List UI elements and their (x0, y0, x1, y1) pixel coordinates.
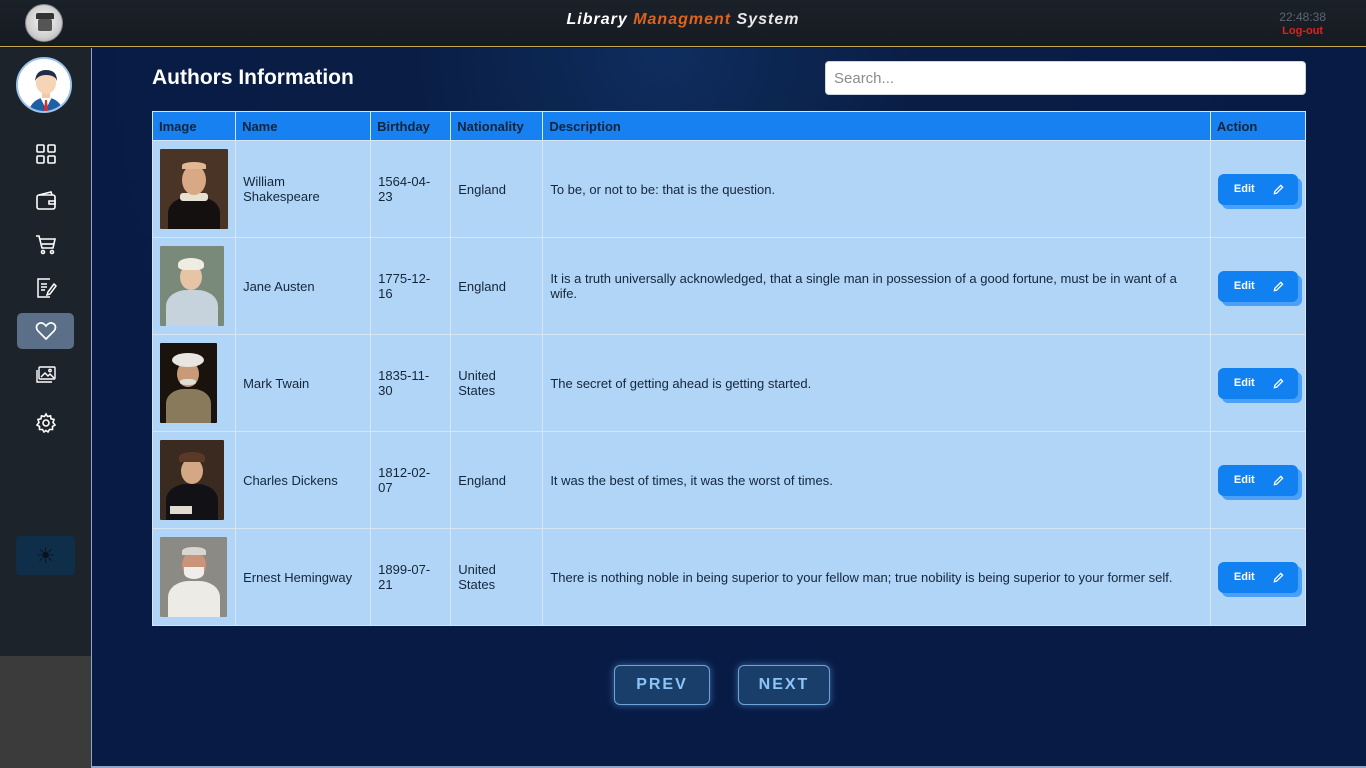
sidebar-item-dashboard[interactable] (17, 136, 74, 172)
author-portrait (160, 440, 224, 520)
images-icon (35, 366, 56, 383)
sidebar-item-cart[interactable] (17, 226, 74, 262)
author-description: There is nothing noble in being superior… (542, 528, 1211, 626)
edit-document-icon (36, 278, 57, 298)
sidebar-item-notes[interactable] (17, 270, 74, 306)
sun-icon: ☀ (35, 542, 56, 568)
action-cell: Edit (1209, 431, 1307, 529)
prev-button[interactable]: PREV (614, 665, 710, 705)
edit-label: Edit (1233, 280, 1255, 292)
theme-toggle[interactable]: ☀ (16, 536, 75, 575)
edit-button[interactable]: Edit (1217, 367, 1298, 399)
author-portrait (160, 246, 224, 326)
action-cell: Edit (1209, 528, 1307, 626)
edit-button[interactable]: Edit (1217, 173, 1298, 205)
next-button[interactable]: NEXT (738, 665, 830, 705)
author-nationality: England (450, 140, 544, 238)
author-birthday: 1835-11-30 (370, 334, 452, 432)
action-cell: Edit (1209, 140, 1307, 238)
logout-link[interactable]: Log-out (1279, 25, 1326, 37)
author-birthday: 1775-12-16 (370, 237, 452, 335)
header-name: Name (235, 111, 372, 141)
clock-time: 22:48:38 (1279, 10, 1326, 24)
edit-label: Edit (1233, 474, 1255, 486)
edit-button[interactable]: Edit (1217, 464, 1298, 496)
author-description: To be, or not to be: that is the questio… (542, 140, 1211, 238)
edit-button[interactable]: Edit (1217, 561, 1298, 593)
author-nationality: United States (450, 334, 544, 432)
image-cell (151, 237, 237, 335)
app-title-part-3: System (731, 11, 800, 28)
table-row: Mark Twain 1835-11-30 United States The … (151, 334, 1307, 432)
app-title-part-1: Library (566, 11, 634, 28)
authors-table: Image Name Birthday Nationality Descript… (151, 111, 1307, 626)
gear-icon (35, 412, 56, 434)
author-name: Charles Dickens (235, 431, 372, 529)
author-description: It is a truth universally acknowledged, … (542, 237, 1211, 335)
author-nationality: England (450, 431, 544, 529)
author-portrait (160, 149, 228, 229)
heart-icon (35, 322, 56, 341)
edit-label: Edit (1233, 571, 1255, 583)
sidebar-item-gallery[interactable] (17, 357, 74, 393)
cart-icon (35, 235, 56, 255)
header-image: Image (151, 111, 237, 141)
clock: 22:48:38 Log-out (1279, 10, 1326, 37)
author-description: It was the best of times, it was the wor… (542, 431, 1211, 529)
author-portrait (160, 537, 227, 617)
header-nationality: Nationality (450, 111, 544, 141)
main-content: Authors Information Image Name Birthday … (91, 48, 1366, 768)
edit-label: Edit (1233, 377, 1255, 389)
pencil-icon (1273, 474, 1284, 485)
app-title: Library Managment System (0, 11, 1366, 29)
sidebar-item-favorites[interactable] (17, 313, 74, 349)
author-nationality: England (450, 237, 544, 335)
page-title: Authors Information (152, 66, 354, 89)
grid-icon (35, 144, 56, 164)
author-name: Jane Austen (235, 237, 372, 335)
sidebar-item-settings[interactable] (17, 405, 74, 441)
image-cell (151, 431, 237, 529)
app-title-part-2: Managment (633, 11, 732, 28)
author-birthday: 1812-02-07 (370, 431, 452, 529)
pencil-icon (1273, 280, 1284, 291)
sidebar-item-wallet[interactable] (17, 183, 74, 219)
author-birthday: 1564-04-23 (370, 140, 452, 238)
image-cell (151, 528, 237, 626)
wallet-icon (35, 191, 56, 210)
table-row: Jane Austen 1775-12-16 England It is a t… (151, 237, 1307, 335)
author-birthday: 1899-07-21 (370, 528, 452, 626)
author-nationality: United States (450, 528, 544, 626)
search-input[interactable] (825, 61, 1306, 95)
author-description: The secret of getting ahead is getting s… (542, 334, 1211, 432)
avatar-illustration (18, 59, 70, 111)
sidebar-footer (0, 656, 91, 768)
sidebar: ☀ (0, 48, 91, 656)
pencil-icon (1273, 183, 1284, 194)
author-name: William Shakespeare (235, 140, 372, 238)
header-birthday: Birthday (370, 111, 452, 141)
action-cell: Edit (1209, 334, 1307, 432)
table-row: Ernest Hemingway 1899-07-21 United State… (151, 528, 1307, 626)
image-cell (151, 334, 237, 432)
table-row: Charles Dickens 1812-02-07 England It wa… (151, 431, 1307, 529)
author-portrait (160, 343, 217, 423)
table-header-row: Image Name Birthday Nationality Descript… (151, 111, 1307, 141)
user-avatar[interactable] (16, 57, 72, 113)
pencil-icon (1273, 377, 1284, 388)
table-row: William Shakespeare 1564-04-23 England T… (151, 140, 1307, 238)
edit-button[interactable]: Edit (1217, 270, 1298, 302)
author-name: Mark Twain (235, 334, 372, 432)
pencil-icon (1273, 571, 1284, 582)
header-description: Description (542, 111, 1211, 141)
author-name: Ernest Hemingway (235, 528, 372, 626)
action-cell: Edit (1209, 237, 1307, 335)
top-bar: Library Managment System 22:48:38 Log-ou… (0, 0, 1366, 47)
edit-label: Edit (1233, 183, 1255, 195)
image-cell (151, 140, 237, 238)
header-action: Action (1209, 111, 1307, 141)
